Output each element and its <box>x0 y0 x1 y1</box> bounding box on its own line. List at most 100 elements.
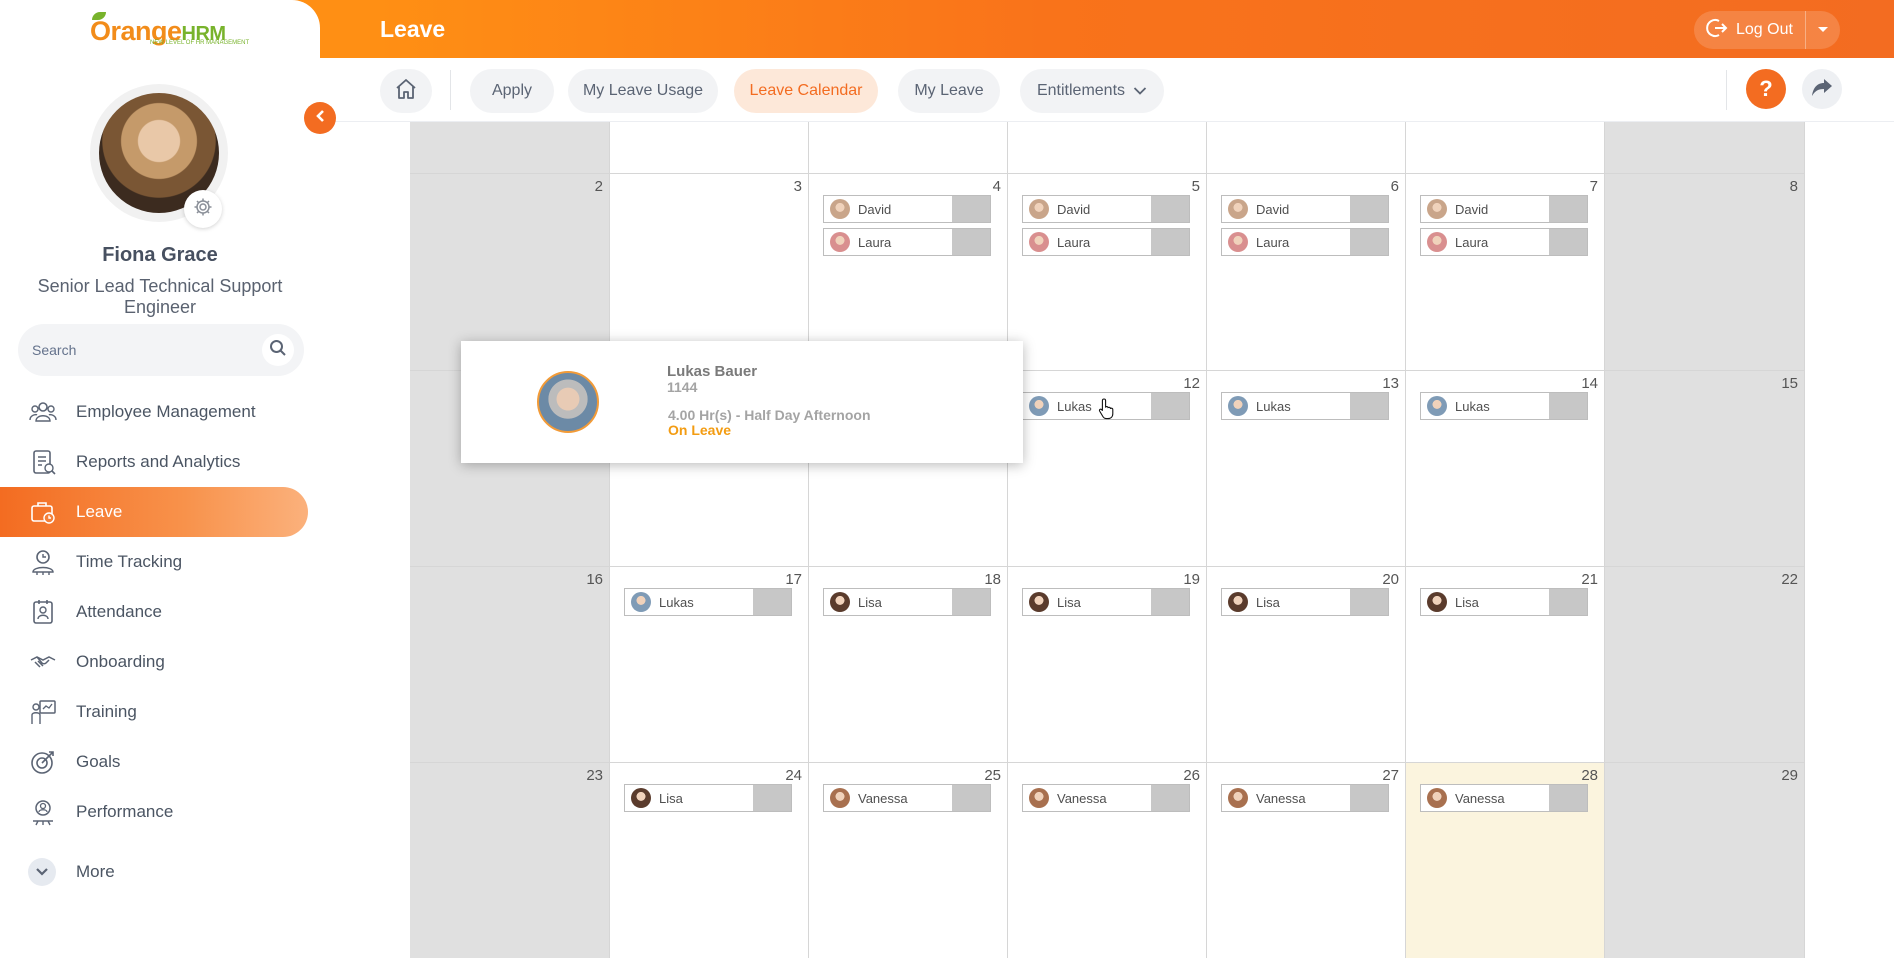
leave-entry-name: Lisa <box>1256 594 1280 610</box>
leave-entry-chip[interactable]: Lukas <box>1420 392 1588 420</box>
tab-entitlements[interactable]: Entitlements <box>1020 69 1164 113</box>
tab-leave-calendar[interactable]: Leave Calendar <box>734 69 878 113</box>
chevron-left-icon <box>314 109 326 128</box>
leave-entry-chip[interactable]: Laura <box>823 228 991 256</box>
logout-label: Log Out <box>1736 21 1793 38</box>
calendar-day-number: 26 <box>1183 767 1200 784</box>
leave-entry-name: Lukas <box>1455 398 1490 414</box>
tab-my-leave[interactable]: My Leave <box>898 69 1000 113</box>
leave-entry-chip[interactable]: Laura <box>1221 228 1389 256</box>
calendar-day-cell[interactable]: 24 Lisa <box>610 762 809 958</box>
calendar-day-cell[interactable]: 7 David Laura <box>1406 173 1605 370</box>
calendar-day-cell[interactable]: 28 Vanessa <box>1406 762 1605 958</box>
leave-entry-chip[interactable]: Vanessa <box>1022 784 1190 812</box>
calendar-day-cell[interactable]: 5 David Laura <box>1008 173 1207 370</box>
leave-entry-chip[interactable]: Lisa <box>1221 588 1389 616</box>
home-button[interactable] <box>380 69 432 113</box>
leave-entry-chip[interactable]: Lisa <box>1022 588 1190 616</box>
sidebar: OrangeHRM NEW LEVEL OF HR MANAGEMENT Fio… <box>0 0 320 909</box>
gear-icon <box>193 197 213 222</box>
calendar-day-cell[interactable]: 8 <box>1605 173 1805 370</box>
user-menu-dropdown[interactable] <box>1806 21 1840 39</box>
leave-entry-chip[interactable]: David <box>1221 195 1389 223</box>
search-input[interactable] <box>32 338 252 362</box>
leave-entry-chip[interactable]: Lisa <box>1420 588 1588 616</box>
avatar <box>631 592 651 612</box>
sidebar-collapse-button[interactable] <box>304 102 336 134</box>
leave-entry-chip[interactable]: David <box>823 195 991 223</box>
calendar-day-cell[interactable]: 17 Lukas <box>610 566 809 762</box>
calendar-day-cell[interactable]: 23 <box>410 762 610 958</box>
tab-apply[interactable]: Apply <box>470 69 554 113</box>
orangehrm-logo[interactable]: OrangeHRM NEW LEVEL OF HR MANAGEMENT <box>72 12 252 52</box>
avatar <box>830 788 850 808</box>
leave-entry-duration-bar <box>1151 229 1189 255</box>
help-button[interactable]: ? <box>1746 69 1786 109</box>
popup-leave-detail: 4.00 Hr(s) - Half Day Afternoon <box>668 407 871 423</box>
search-button[interactable] <box>262 334 294 366</box>
leave-entry-name: Laura <box>1256 234 1290 250</box>
sidebar-item-performance[interactable]: Performance <box>0 787 320 837</box>
sidebar-search <box>18 324 304 376</box>
sidebar-item-employee-management[interactable]: Employee Management <box>0 387 320 437</box>
sidebar-item-goals[interactable]: Goals <box>0 737 320 787</box>
calendar-day-cell[interactable]: 14 Lukas <box>1406 370 1605 566</box>
leave-entry-chip[interactable]: Lukas <box>624 588 792 616</box>
sidebar-item-attendance[interactable]: Attendance <box>0 587 320 637</box>
calendar-day-number: 22 <box>1781 571 1798 588</box>
calendar-day-cell[interactable]: 18 Lisa <box>809 566 1008 762</box>
leave-entry-duration-bar <box>1151 785 1189 811</box>
calendar-day-cell[interactable]: 22 <box>1605 566 1805 762</box>
calendar-day-cell[interactable]: 19 Lisa <box>1008 566 1207 762</box>
leave-entry-chip[interactable]: Vanessa <box>1221 784 1389 812</box>
leave-entry-chip[interactable]: Lisa <box>823 588 991 616</box>
leave-subnav: Apply My Leave Usage Leave Calendar My L… <box>320 58 1894 122</box>
sidebar-item-reports-and-analytics[interactable]: Reports and Analytics <box>0 437 320 487</box>
calendar-day-number: 19 <box>1183 571 1200 588</box>
calendar-day-cell[interactable]: 20 Lisa <box>1207 566 1406 762</box>
calendar-day-cell[interactable]: 26 Vanessa <box>1008 762 1207 958</box>
training-icon <box>28 697 58 727</box>
calendar-day-number: 4 <box>992 178 1001 195</box>
calendar-day-cell[interactable]: 6 David Laura <box>1207 173 1406 370</box>
sidebar-item-training[interactable]: Training <box>0 687 320 737</box>
tab-entitlements-label: Entitlements <box>1036 82 1126 99</box>
sidebar-item-label: Reports and Analytics <box>76 452 241 471</box>
calendar-day-cell[interactable]: 25 Vanessa <box>809 762 1008 958</box>
leave-entry-chip[interactable]: Vanessa <box>1420 784 1588 812</box>
profile-settings-button[interactable] <box>184 190 222 228</box>
attendance-icon <box>28 597 58 627</box>
calendar-day-cell[interactable]: 15 <box>1605 370 1805 566</box>
caret-down-icon <box>1817 21 1829 39</box>
leave-entry-chip[interactable]: David <box>1022 195 1190 223</box>
leave-entry-name: David <box>1057 201 1091 217</box>
leave-entry-chip[interactable]: Laura <box>1420 228 1588 256</box>
tab-my-leave-usage[interactable]: My Leave Usage <box>568 69 718 113</box>
avatar <box>1228 592 1248 612</box>
leave-entry-chip[interactable]: Vanessa <box>823 784 991 812</box>
leave-entry-chip[interactable]: Laura <box>1022 228 1190 256</box>
sidebar-item-label: Performance <box>76 802 174 821</box>
logout-button[interactable]: Log Out <box>1694 11 1806 49</box>
sidebar-more-button[interactable]: More <box>28 858 115 886</box>
leave-entry-chip[interactable]: Lukas <box>1221 392 1389 420</box>
calendar-day-number: 13 <box>1382 375 1399 392</box>
user-role: Senior Lead Technical Support Engineer <box>37 276 283 317</box>
calendar-day-cell[interactable]: 27 Vanessa <box>1207 762 1406 958</box>
chevron-down-icon <box>28 858 56 886</box>
calendar-day-cell[interactable]: 29 <box>1605 762 1805 958</box>
sidebar-item-leave[interactable]: Leave <box>0 487 308 537</box>
share-button[interactable] <box>1802 69 1842 109</box>
calendar-day-cell[interactable]: 21 Lisa <box>1406 566 1605 762</box>
sidebar-item-time-tracking[interactable]: Time Tracking <box>0 537 320 587</box>
leave-entry-chip[interactable]: Lisa <box>624 784 792 812</box>
leave-entry-duration-bar <box>1350 229 1388 255</box>
calendar-day-cell[interactable]: 16 <box>410 566 610 762</box>
leave-entry-duration-bar <box>1350 785 1388 811</box>
leave-entry-chip[interactable]: David <box>1420 195 1588 223</box>
calendar-day-cell[interactable]: 13 Lukas <box>1207 370 1406 566</box>
avatar <box>1427 788 1447 808</box>
avatar <box>1029 788 1049 808</box>
sidebar-item-onboarding[interactable]: Onboarding <box>0 637 320 687</box>
calendar-day-number: 7 <box>1589 178 1598 195</box>
